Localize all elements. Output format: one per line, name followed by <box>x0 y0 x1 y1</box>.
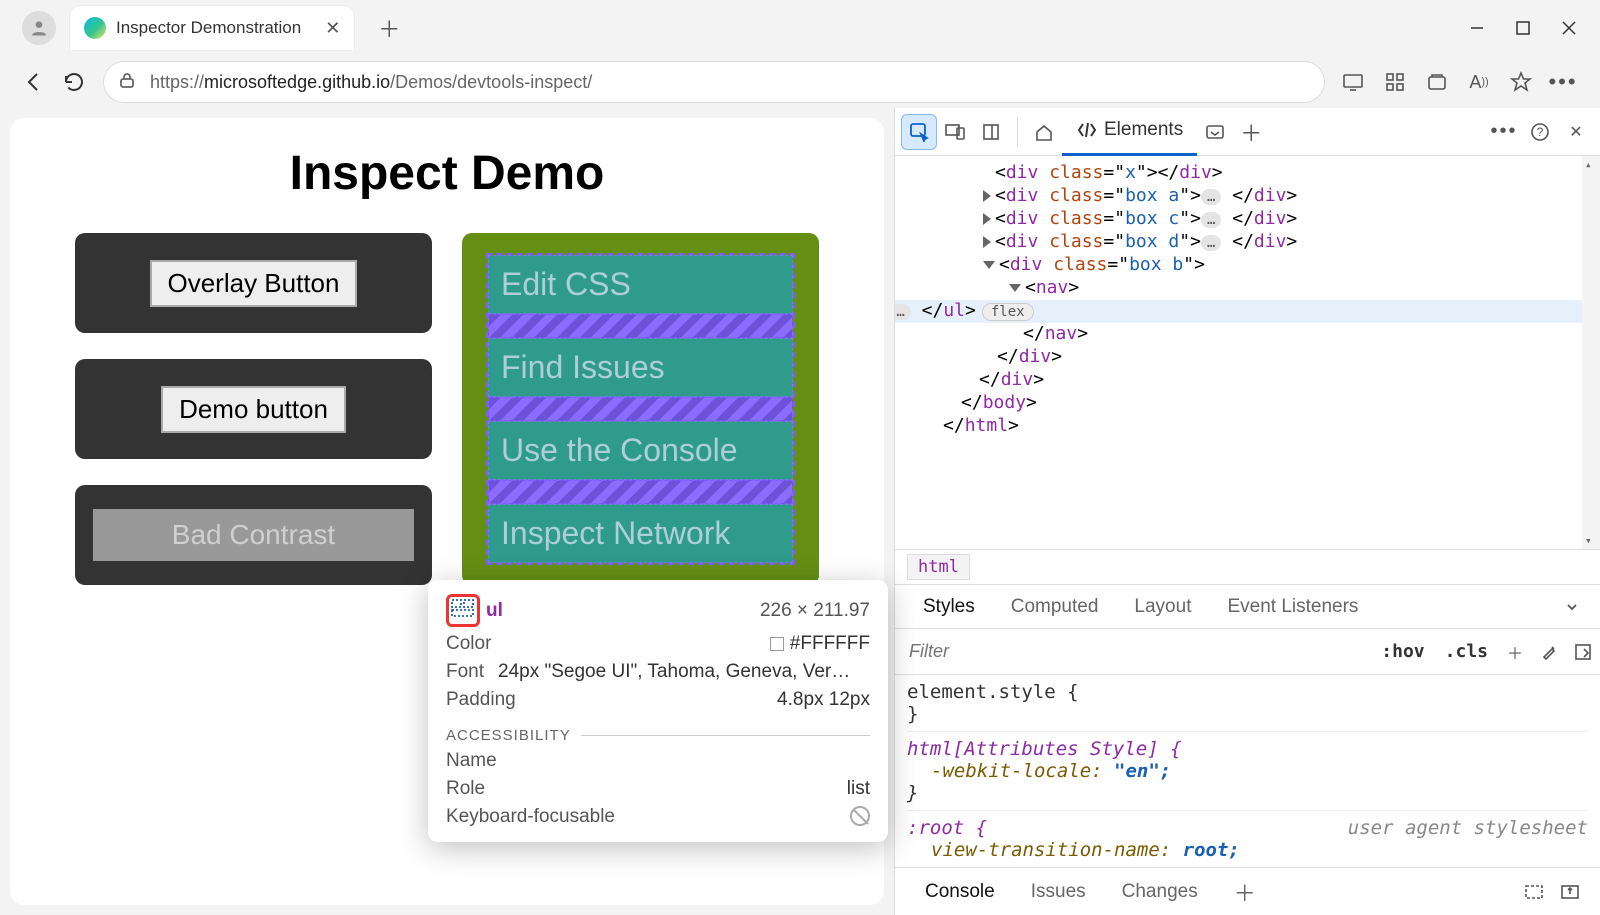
desktop-icon[interactable] <box>1334 63 1372 101</box>
drawer-add-icon[interactable]: ＋ <box>1216 876 1274 908</box>
devtools-panel: Elements ＋ ••• ? ✕ <div class="x"></div>… <box>894 108 1600 915</box>
browser-toolbar: https://microsoftedge.github.io/Demos/de… <box>0 56 1600 108</box>
url-text: https://microsoftedge.github.io/Demos/de… <box>150 72 592 93</box>
titlebar: Inspector Demonstration ✕ ＋ <box>0 0 1600 56</box>
demo-button[interactable]: Demo button <box>161 386 346 433</box>
tab-event-listeners[interactable]: Event Listeners <box>1209 585 1376 629</box>
nav-item-network[interactable]: Inspect Network <box>488 504 793 563</box>
close-devtools-icon[interactable]: ✕ <box>1558 114 1594 150</box>
inspector-tooltip: ul 226 × 211.97 Color#FFFFFF Font24px "S… <box>428 580 888 842</box>
page-viewport: Inspect Demo Overlay Button Demo button … <box>0 108 894 915</box>
drawer-link-icon[interactable] <box>1516 874 1552 910</box>
styles-filter-input[interactable] <box>895 641 1371 662</box>
content-area: Inspect Demo Overlay Button Demo button … <box>0 108 1600 915</box>
apps-icon[interactable] <box>1376 63 1414 101</box>
selected-dom-line: <ul>… </ul>flex <box>895 300 1600 323</box>
overlay-button[interactable]: Overlay Button <box>150 260 358 307</box>
drawer-changes[interactable]: Changes <box>1104 881 1216 903</box>
tab-close-icon[interactable]: ✕ <box>325 18 340 39</box>
welcome-tab-icon[interactable] <box>1026 114 1062 150</box>
nav-item-find-issues[interactable]: Find Issues <box>488 338 793 397</box>
new-style-rule-icon[interactable]: ＋ <box>1498 640 1532 664</box>
style-rules[interactable]: element.style { } html[Attributes Style]… <box>895 675 1600 867</box>
tab-title: Inspector Demonstration <box>116 18 301 38</box>
devtools-toolbar: Elements ＋ ••• ? ✕ <box>895 108 1600 156</box>
styles-tabs: Styles Computed Layout Event Listeners <box>895 585 1600 629</box>
styles-filter-row: :hov .cls ＋ <box>895 629 1600 675</box>
edge-favicon <box>84 17 106 39</box>
window-maximize[interactable] <box>1500 4 1546 52</box>
drawer-issues[interactable]: Issues <box>1013 881 1104 903</box>
new-tab-icon[interactable]: ＋ <box>1233 114 1269 150</box>
flex-badge-icon <box>446 594 480 627</box>
tab-styles[interactable]: Styles <box>905 585 993 629</box>
tab-computed[interactable]: Computed <box>993 585 1117 629</box>
margin-overlay <box>488 397 793 421</box>
margin-overlay <box>488 480 793 504</box>
margin-overlay <box>488 314 793 338</box>
page-heading: Inspect Demo <box>75 146 819 201</box>
styles-expand-icon[interactable] <box>1554 589 1590 625</box>
box-overlay: Overlay Button <box>75 233 432 333</box>
bad-contrast-button[interactable]: Bad Contrast <box>93 509 414 561</box>
cls-toggle[interactable]: .cls <box>1435 641 1498 662</box>
box-bad-contrast: Bad Contrast <box>75 485 432 585</box>
window-minimize[interactable] <box>1454 4 1500 52</box>
more-options-icon[interactable]: ••• <box>1486 114 1522 150</box>
box-demo: Demo button <box>75 359 432 459</box>
dom-tree[interactable]: <div class="x"></div> <div class="box a"… <box>895 156 1600 549</box>
inspect-element-icon[interactable] <box>901 114 937 150</box>
tooltip-element: ul <box>486 600 503 622</box>
hov-toggle[interactable]: :hov <box>1371 641 1434 662</box>
read-aloud-icon[interactable]: A)) <box>1460 63 1498 101</box>
favorite-icon[interactable] <box>1502 63 1540 101</box>
drawer-expand-icon[interactable] <box>1552 874 1588 910</box>
help-icon[interactable]: ? <box>1522 114 1558 150</box>
back-button[interactable] <box>14 62 54 102</box>
settings-more-icon[interactable]: ••• <box>1544 63 1582 101</box>
lock-icon <box>118 71 140 93</box>
refresh-button[interactable] <box>54 62 94 102</box>
address-bar[interactable]: https://microsoftedge.github.io/Demos/de… <box>104 62 1324 102</box>
more-tabs-dropdown[interactable] <box>1197 114 1233 150</box>
svg-text:?: ? <box>1537 125 1544 139</box>
dom-scrollbar[interactable]: ▴▾ <box>1582 156 1600 549</box>
nav-item-edit-css[interactable]: Edit CSS <box>488 255 793 314</box>
tooltip-dimensions: 226 × 211.97 <box>760 600 870 622</box>
not-focusable-icon <box>850 806 870 826</box>
device-emulation-icon[interactable] <box>937 114 973 150</box>
dock-side-icon[interactable] <box>973 114 1009 150</box>
elements-tab[interactable]: Elements <box>1062 108 1197 156</box>
profile-avatar[interactable] <box>22 11 56 45</box>
nav-box: Edit CSS Find Issues Use the Console Ins… <box>462 233 819 585</box>
nav-item-console[interactable]: Use the Console <box>488 421 793 480</box>
dom-breadcrumb[interactable]: html <box>895 549 1600 585</box>
window-close[interactable] <box>1546 4 1592 52</box>
tab-layout[interactable]: Layout <box>1116 585 1209 629</box>
collections-icon[interactable] <box>1418 63 1456 101</box>
drawer-console[interactable]: Console <box>907 881 1013 903</box>
highlighted-ul[interactable]: Edit CSS Find Issues Use the Console Ins… <box>486 253 795 565</box>
new-tab-button[interactable]: ＋ <box>372 11 406 45</box>
computed-styles-icon[interactable] <box>1566 643 1600 661</box>
browser-tab[interactable]: Inspector Demonstration ✕ <box>70 6 354 50</box>
paintbrush-icon[interactable] <box>1532 643 1566 661</box>
devtools-drawer: Console Issues Changes ＋ <box>895 867 1600 915</box>
